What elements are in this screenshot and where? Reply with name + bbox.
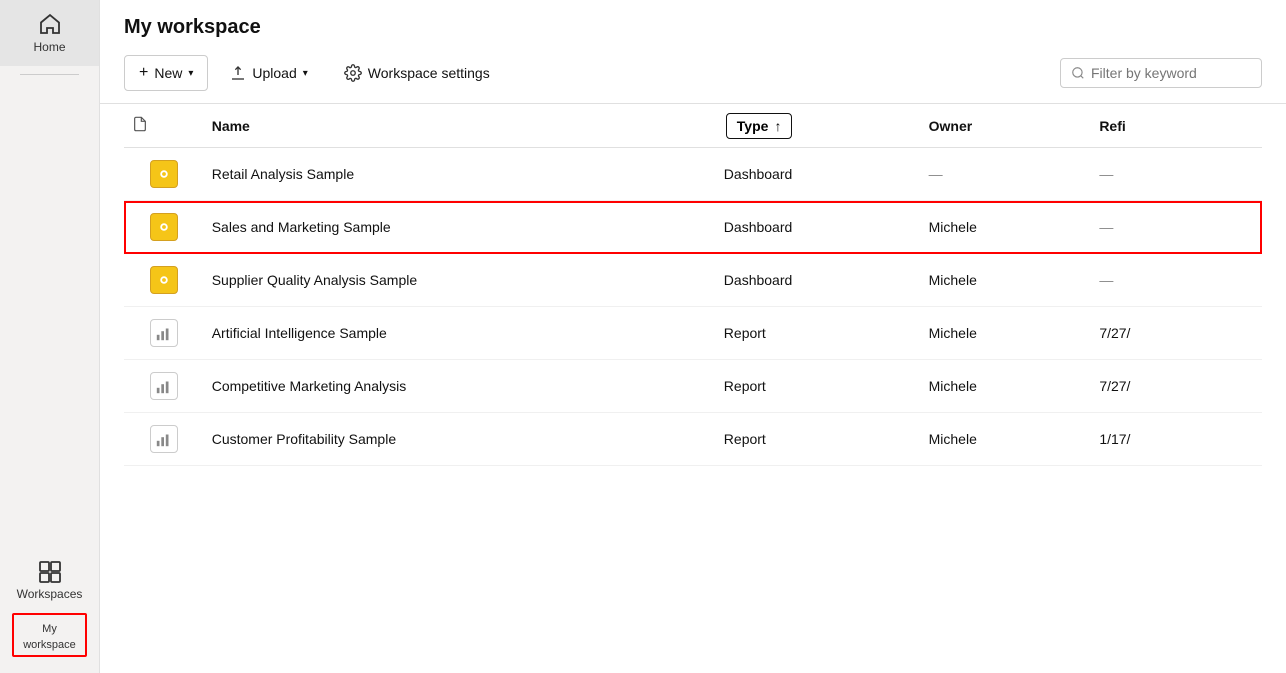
gear-icon	[344, 64, 362, 82]
row-icon-cell	[124, 307, 204, 360]
filter-keyword-input[interactable]	[1091, 65, 1251, 81]
sidebar: Home Workspaces My workspace	[0, 0, 100, 673]
row-icon-cell	[124, 148, 204, 201]
row-name: Sales and Marketing Sample	[204, 201, 716, 254]
row-type: Dashboard	[716, 254, 921, 307]
row-icon-cell	[124, 254, 204, 307]
row-icon-cell	[124, 413, 204, 466]
table-row[interactable]: Retail Analysis SampleDashboard——	[124, 148, 1262, 201]
workspaces-icon	[38, 559, 62, 583]
row-icon-cell	[124, 360, 204, 413]
row-type: Report	[716, 307, 921, 360]
page-title: My workspace	[124, 16, 1262, 39]
col-header-name: Name	[204, 104, 716, 148]
chevron-down-icon: ▾	[188, 68, 193, 79]
row-owner: Michele	[921, 360, 1092, 413]
row-refresh: —	[1091, 201, 1262, 254]
workspace-settings-button[interactable]: Workspace settings	[330, 56, 504, 90]
row-name: Retail Analysis Sample	[204, 148, 716, 201]
row-refresh: —	[1091, 148, 1262, 201]
new-button[interactable]: + New ▾	[124, 55, 208, 91]
dashboard-icon	[150, 213, 178, 241]
table-row[interactable]: Competitive Marketing AnalysisReportMich…	[124, 360, 1262, 413]
table-row[interactable]: Sales and Marketing SampleDashboardMiche…	[124, 201, 1262, 254]
sort-asc-icon: ↑	[774, 118, 781, 134]
file-icon	[132, 116, 148, 132]
row-refresh: 7/27/	[1091, 360, 1262, 413]
my-workspace-nav[interactable]: My workspace	[12, 613, 87, 657]
new-button-label: New	[154, 65, 182, 81]
row-name: Customer Profitability Sample	[204, 413, 716, 466]
row-type: Report	[716, 360, 921, 413]
table-container: Name Type ↑ Owner Refi Retail Analysis S…	[100, 104, 1286, 673]
table-body: Retail Analysis SampleDashboard—— Sales …	[124, 148, 1262, 466]
sidebar-item-home[interactable]: Home	[0, 0, 99, 66]
row-icon-cell	[124, 201, 204, 254]
table-header-row: Name Type ↑ Owner Refi	[124, 104, 1262, 148]
home-label: Home	[33, 40, 65, 54]
row-owner: Michele	[921, 254, 1092, 307]
dashboard-icon	[150, 160, 178, 188]
upload-button-label: Upload	[252, 65, 296, 81]
search-icon	[1071, 66, 1085, 80]
sidebar-divider	[20, 74, 79, 75]
table-row[interactable]: Supplier Quality Analysis SampleDashboar…	[124, 254, 1262, 307]
row-type: Dashboard	[716, 201, 921, 254]
report-icon	[150, 319, 178, 347]
upload-icon	[230, 65, 246, 81]
col-header-icon	[124, 104, 204, 148]
row-type: Report	[716, 413, 921, 466]
my-workspace-nav-label: My workspace	[23, 623, 76, 651]
row-refresh: 7/27/	[1091, 307, 1262, 360]
report-icon	[150, 425, 178, 453]
type-header-label: Type	[737, 118, 769, 134]
workspace-settings-label: Workspace settings	[368, 65, 490, 81]
row-type: Dashboard	[716, 148, 921, 201]
plus-icon: +	[139, 64, 148, 82]
report-icon	[150, 372, 178, 400]
row-name: Artificial Intelligence Sample	[204, 307, 716, 360]
row-owner: Michele	[921, 413, 1092, 466]
row-refresh: —	[1091, 254, 1262, 307]
dashboard-icon	[150, 266, 178, 294]
row-name: Supplier Quality Analysis Sample	[204, 254, 716, 307]
toolbar: + New ▾ Upload ▾ Workspac	[124, 55, 1262, 103]
row-refresh: 1/17/	[1091, 413, 1262, 466]
main-content: My workspace + New ▾ Upload ▾	[100, 0, 1286, 673]
header: My workspace + New ▾ Upload ▾	[100, 0, 1286, 104]
table-row[interactable]: Customer Profitability SampleReportMiche…	[124, 413, 1262, 466]
type-sort-button[interactable]: Type ↑	[726, 113, 793, 139]
table-row[interactable]: Artificial Intelligence SampleReportMich…	[124, 307, 1262, 360]
row-name: Competitive Marketing Analysis	[204, 360, 716, 413]
row-owner: Michele	[921, 201, 1092, 254]
upload-chevron-icon: ▾	[303, 68, 308, 79]
sidebar-item-workspaces[interactable]: Workspaces My workspace	[0, 547, 99, 673]
filter-input-wrap	[1060, 58, 1262, 88]
workspace-table: Name Type ↑ Owner Refi Retail Analysis S…	[124, 104, 1262, 466]
col-header-owner: Owner	[921, 104, 1092, 148]
col-header-type[interactable]: Type ↑	[716, 104, 921, 148]
row-owner: Michele	[921, 307, 1092, 360]
row-owner: —	[921, 148, 1092, 201]
workspaces-label: Workspaces	[17, 587, 83, 601]
home-icon	[38, 12, 62, 36]
upload-button[interactable]: Upload ▾	[216, 57, 321, 89]
col-header-refresh: Refi	[1091, 104, 1262, 148]
